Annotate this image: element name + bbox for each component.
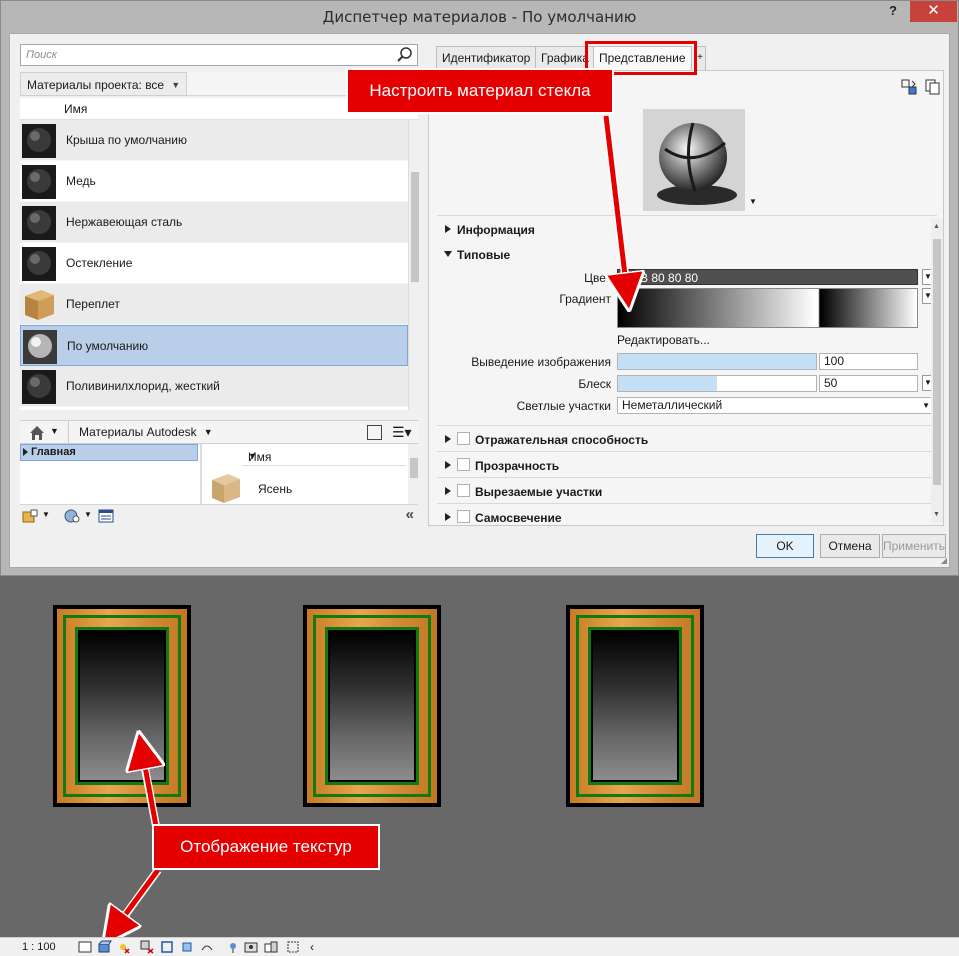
show-crop-region-icon[interactable] bbox=[180, 940, 194, 954]
visual-style-icon[interactable] bbox=[98, 940, 112, 954]
view-control-bar: 1 : 100 ‹ bbox=[0, 937, 959, 956]
analytical-model-icon[interactable] bbox=[286, 940, 300, 954]
expand-controls-icon[interactable]: ‹ bbox=[310, 940, 314, 954]
callout-configure-glass: Настроить материал стекла bbox=[346, 68, 614, 114]
worksharing-icon[interactable] bbox=[264, 940, 278, 954]
temporary-hide-icon[interactable] bbox=[226, 940, 240, 954]
arrow-to-glass bbox=[140, 742, 156, 827]
sun-path-icon[interactable] bbox=[116, 940, 130, 954]
arrow-to-gradient bbox=[602, 115, 628, 300]
reveal-hidden-icon[interactable] bbox=[244, 940, 258, 954]
unlocked-3d-view-icon[interactable] bbox=[200, 940, 214, 954]
annotation-arrows bbox=[0, 115, 959, 956]
shadows-icon[interactable] bbox=[140, 940, 154, 954]
callout-texture-display: Отображение текстур bbox=[152, 824, 380, 870]
arrow-to-statusbar bbox=[110, 867, 162, 936]
view-scale[interactable]: 1 : 100 bbox=[22, 941, 56, 953]
crop-view-icon[interactable] bbox=[160, 940, 174, 954]
detail-level-icon[interactable] bbox=[78, 940, 92, 954]
